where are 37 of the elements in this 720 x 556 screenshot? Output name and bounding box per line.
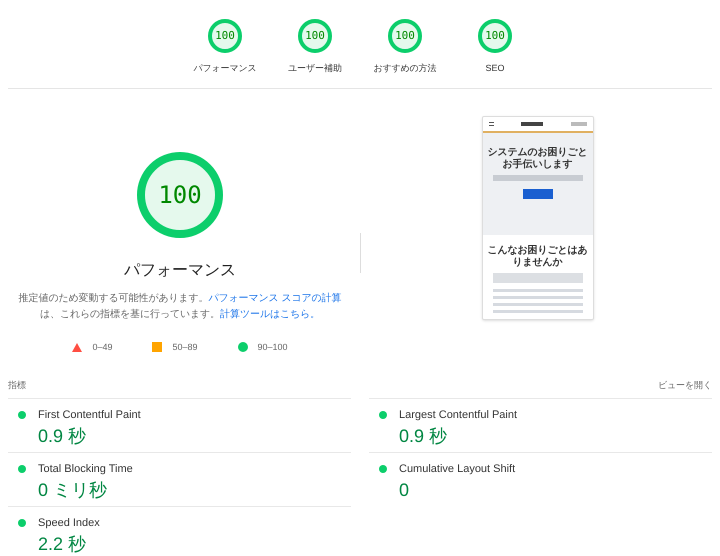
legend-label: 0–49: [92, 340, 112, 354]
metrics-heading: 指標: [8, 378, 26, 392]
calculator-link[interactable]: パフォーマンス スコアの計算: [208, 292, 342, 304]
score-description: 推定値のため変動する可能性があります。パフォーマンス スコアの計算 は、これらの指標を基に行っています。計算ツールはこちら。: [18, 292, 342, 322]
score-value: 100: [305, 28, 325, 44]
score-value: 100: [395, 28, 415, 44]
category-label[interactable]: SEO: [485, 62, 504, 76]
gauge-ring: [207, 18, 243, 54]
legend-label: 50–89: [172, 340, 198, 354]
metric-value: 0 ミリ秒: [38, 478, 108, 502]
gauge-ring: [387, 18, 423, 54]
legend-label: 90–100: [258, 340, 288, 354]
category-label[interactable]: ユーザー補助: [288, 62, 342, 76]
performance-title: パフォーマンス: [124, 260, 236, 280]
score-value: 100: [158, 180, 202, 210]
metric-value: 0: [399, 478, 410, 502]
metric-value: 0.9 秒: [399, 424, 448, 448]
metric-name: Cumulative Layout Shift: [399, 462, 516, 477]
triangle-icon: [72, 342, 82, 352]
metric-name: Speed Index: [38, 516, 100, 531]
score-value: 100: [215, 28, 235, 44]
contact-button-drawing: [522, 188, 552, 198]
metric-value: 2.2 秒: [38, 532, 88, 556]
gauge-ring: [477, 18, 513, 54]
expand-view-toggle[interactable]: ビューを開く: [658, 378, 712, 392]
metric-name: Total Blocking Time: [38, 462, 133, 477]
category-label[interactable]: パフォーマンス: [194, 62, 256, 76]
hero-title: システムのお困りごとお手伝いします: [488, 146, 588, 170]
metric-value: 0.9 秒: [38, 424, 88, 448]
metric-name: Largest Contentful Paint: [399, 408, 518, 423]
metric-name: First Contentful Paint: [38, 408, 141, 423]
category-label[interactable]: おすすめの方法: [374, 62, 436, 76]
score-value: 100: [485, 28, 505, 44]
square-icon: [152, 342, 162, 352]
gauge-ring: [297, 18, 333, 54]
calculator-link[interactable]: 計算ツールはこちら。: [220, 308, 320, 320]
section-title: こんなお困りごとはありませんか: [486, 244, 588, 268]
